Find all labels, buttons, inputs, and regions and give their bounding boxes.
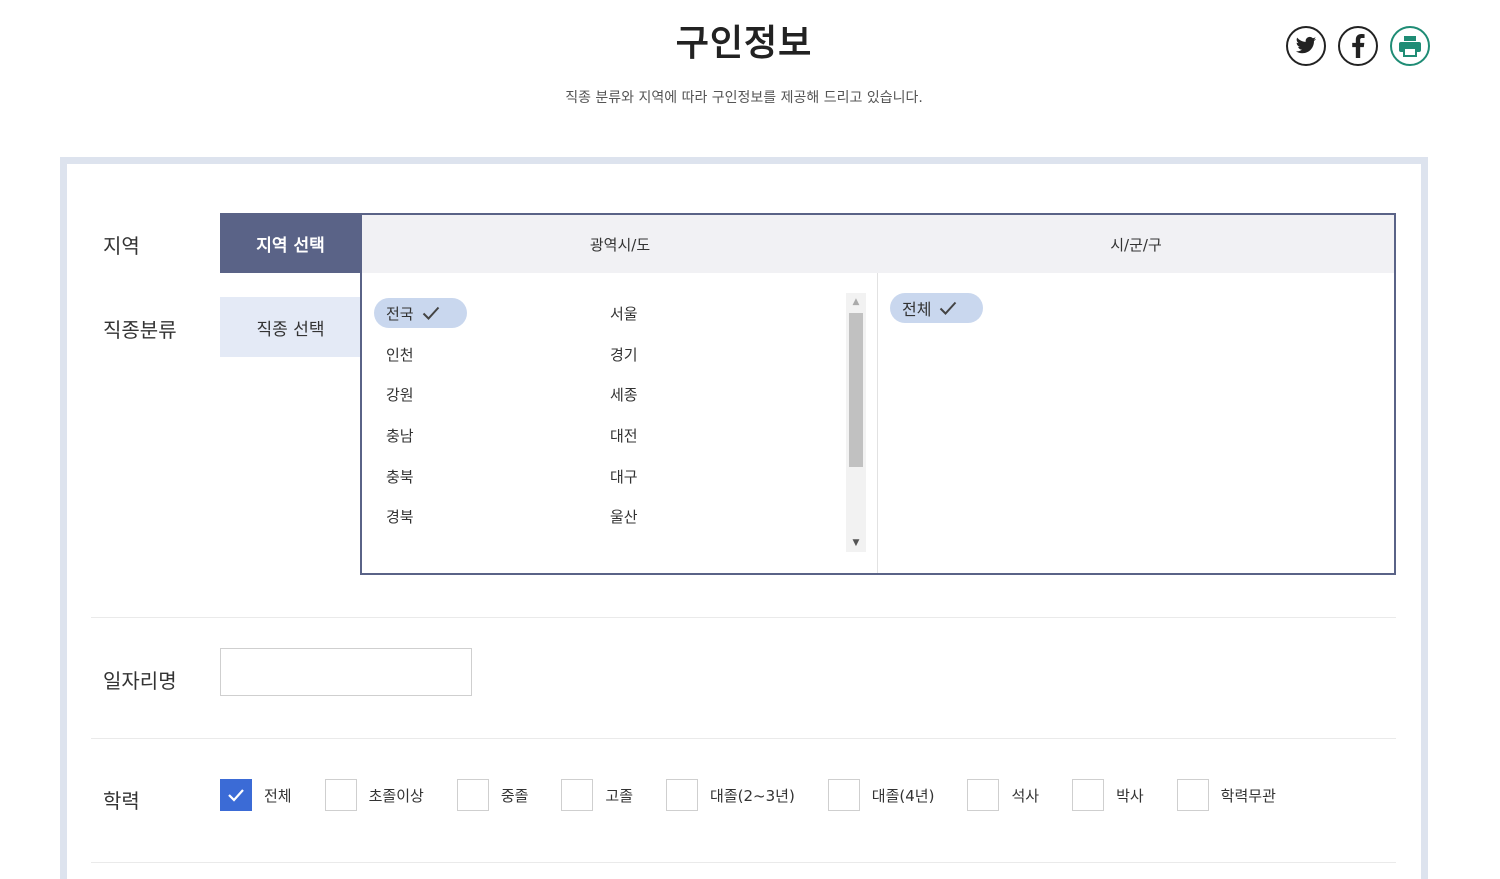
province-item-selected: 전국 — [374, 298, 467, 329]
province-item[interactable]: 경북 — [374, 496, 610, 537]
tab-region-select[interactable]: 지역 선택 — [220, 213, 361, 273]
education-option[interactable]: 고졸 — [561, 779, 633, 811]
province-item-label: 강원 — [386, 386, 414, 405]
education-option[interactable]: 석사 — [967, 779, 1039, 811]
education-option-label: 대졸(4년) — [871, 786, 935, 805]
province-item[interactable]: 서울 — [610, 293, 846, 334]
education-checkbox[interactable] — [1072, 779, 1105, 811]
job-category-label: 직종분류 — [103, 318, 177, 342]
education-checkbox[interactable] — [666, 779, 699, 811]
share-buttons — [1286, 26, 1430, 66]
province-item[interactable]: 울산 — [610, 496, 846, 537]
province-item-label: 인천 — [386, 345, 414, 364]
twitter-icon — [1295, 36, 1317, 54]
job-name-label: 일자리명 — [103, 669, 177, 693]
province-item[interactable]: 전국 — [374, 293, 610, 334]
facebook-share-button[interactable] — [1338, 26, 1378, 66]
education-option-label: 학력무관 — [1220, 786, 1276, 805]
tab-job-select[interactable]: 직종 선택 — [220, 297, 361, 357]
district-column-header: 시/군/구 — [1110, 235, 1162, 254]
province-item[interactable]: 대구 — [610, 456, 846, 497]
check-icon — [228, 789, 244, 802]
page-title: 구인정보 — [675, 23, 813, 64]
education-option[interactable]: 대졸(2~3년) — [666, 779, 795, 811]
province-item-label: 서울 — [610, 304, 638, 323]
education-option-label: 대졸(2~3년) — [710, 786, 795, 805]
province-item-label: 전국 — [386, 304, 414, 323]
divider — [91, 738, 1396, 739]
region-label: 지역 — [103, 234, 140, 258]
education-checkbox[interactable] — [827, 779, 860, 811]
divider — [91, 862, 1396, 863]
district-item-selected[interactable]: 전체 — [890, 293, 983, 323]
job-name-input[interactable] — [220, 648, 472, 696]
education-option-label: 석사 — [1011, 786, 1040, 805]
education-checkbox[interactable] — [1176, 779, 1209, 811]
education-option-label: 전체 — [264, 786, 292, 805]
print-button[interactable] — [1390, 26, 1430, 66]
province-item[interactable]: 세종 — [610, 374, 846, 415]
province-item-label: 세종 — [610, 386, 638, 405]
education-option-label: 초졸이상 — [368, 786, 424, 805]
facebook-icon — [1352, 34, 1365, 58]
province-list-panel: 전국 서울인천 경기강원 세종충남 대전충북 대구경북 울산경남 부산 ▲ ▼ — [362, 273, 878, 573]
scroll-thumb[interactable] — [849, 313, 863, 467]
education-checkbox[interactable] — [967, 779, 1000, 811]
education-option-label: 박사 — [1116, 786, 1144, 805]
province-item[interactable]: 인천 — [374, 334, 610, 375]
province-column-header: 광역시/도 — [589, 235, 651, 254]
province-item[interactable]: 충남 — [374, 415, 610, 456]
education-checkbox[interactable] — [324, 779, 357, 811]
education-label: 학력 — [103, 789, 140, 813]
province-item-label: 부산 — [610, 547, 638, 548]
education-option[interactable]: 전체 — [220, 779, 292, 811]
check-icon — [422, 307, 439, 321]
region-header: 광역시/도 시/군/구 — [362, 215, 1394, 273]
province-list: 전국 서울인천 경기강원 세종충남 대전충북 대구경북 울산경남 부산 — [374, 293, 846, 548]
province-item-label: 대구 — [610, 467, 638, 486]
district-item-label: 전체 — [902, 300, 932, 319]
province-item-label: 충북 — [386, 467, 414, 486]
province-item-label: 경남 — [374, 547, 414, 548]
education-option[interactable]: 중졸 — [456, 779, 529, 811]
region-selector: 광역시/도 시/군/구 전국 서울인천 경기강원 세종충남 대전충북 대구경북 울산경남 부산… — [360, 213, 1396, 575]
check-icon — [940, 301, 957, 315]
district-list-panel: 전체 — [878, 273, 1394, 573]
province-item[interactable]: 대전 — [610, 415, 846, 456]
search-panel: 지역 직종분류 지역 선택 직종 선택 광역시/도 시/군/구 전국 서울인천 경기… — [60, 157, 1428, 879]
province-item[interactable]: 충북 — [374, 456, 610, 497]
province-item[interactable]: 경기 — [610, 334, 846, 375]
province-item-label: 울산 — [610, 508, 638, 527]
divider — [91, 617, 1396, 618]
province-item[interactable]: 부산 — [610, 537, 846, 548]
province-item-label: 대전 — [610, 426, 638, 445]
province-item-label: 충남 — [386, 426, 414, 445]
education-option[interactable]: 초졸이상 — [324, 779, 424, 811]
education-checkbox[interactable] — [456, 779, 489, 811]
province-scrollbar[interactable]: ▲ ▼ — [846, 293, 866, 552]
twitter-share-button[interactable] — [1286, 26, 1326, 66]
page-subtitle: 직종 분류와 지역에 따라 구인정보를 제공해 드리고 있습니다. — [565, 90, 923, 106]
education-option-label: 중졸 — [500, 786, 529, 805]
education-option[interactable]: 박사 — [1072, 779, 1144, 811]
education-checkbox[interactable] — [561, 779, 594, 811]
province-item[interactable]: 경남 — [374, 537, 610, 548]
education-checkbox[interactable] — [220, 779, 252, 811]
education-option[interactable]: 대졸(4년) — [827, 779, 935, 811]
province-item-label: 경기 — [610, 345, 638, 364]
education-option-label: 고졸 — [605, 786, 634, 805]
province-item-label: 경북 — [386, 508, 414, 527]
education-options: 전체 초졸이상 중졸 고졸 대졸(2~3년) 대졸(4년) 석사 박사 학력무관 — [220, 779, 1309, 811]
print-icon — [1399, 36, 1421, 57]
scroll-up-arrow-icon[interactable]: ▲ — [846, 293, 866, 311]
scroll-down-arrow-icon[interactable]: ▼ — [846, 534, 866, 552]
province-item[interactable]: 강원 — [374, 374, 610, 415]
education-option[interactable]: 학력무관 — [1176, 779, 1276, 811]
